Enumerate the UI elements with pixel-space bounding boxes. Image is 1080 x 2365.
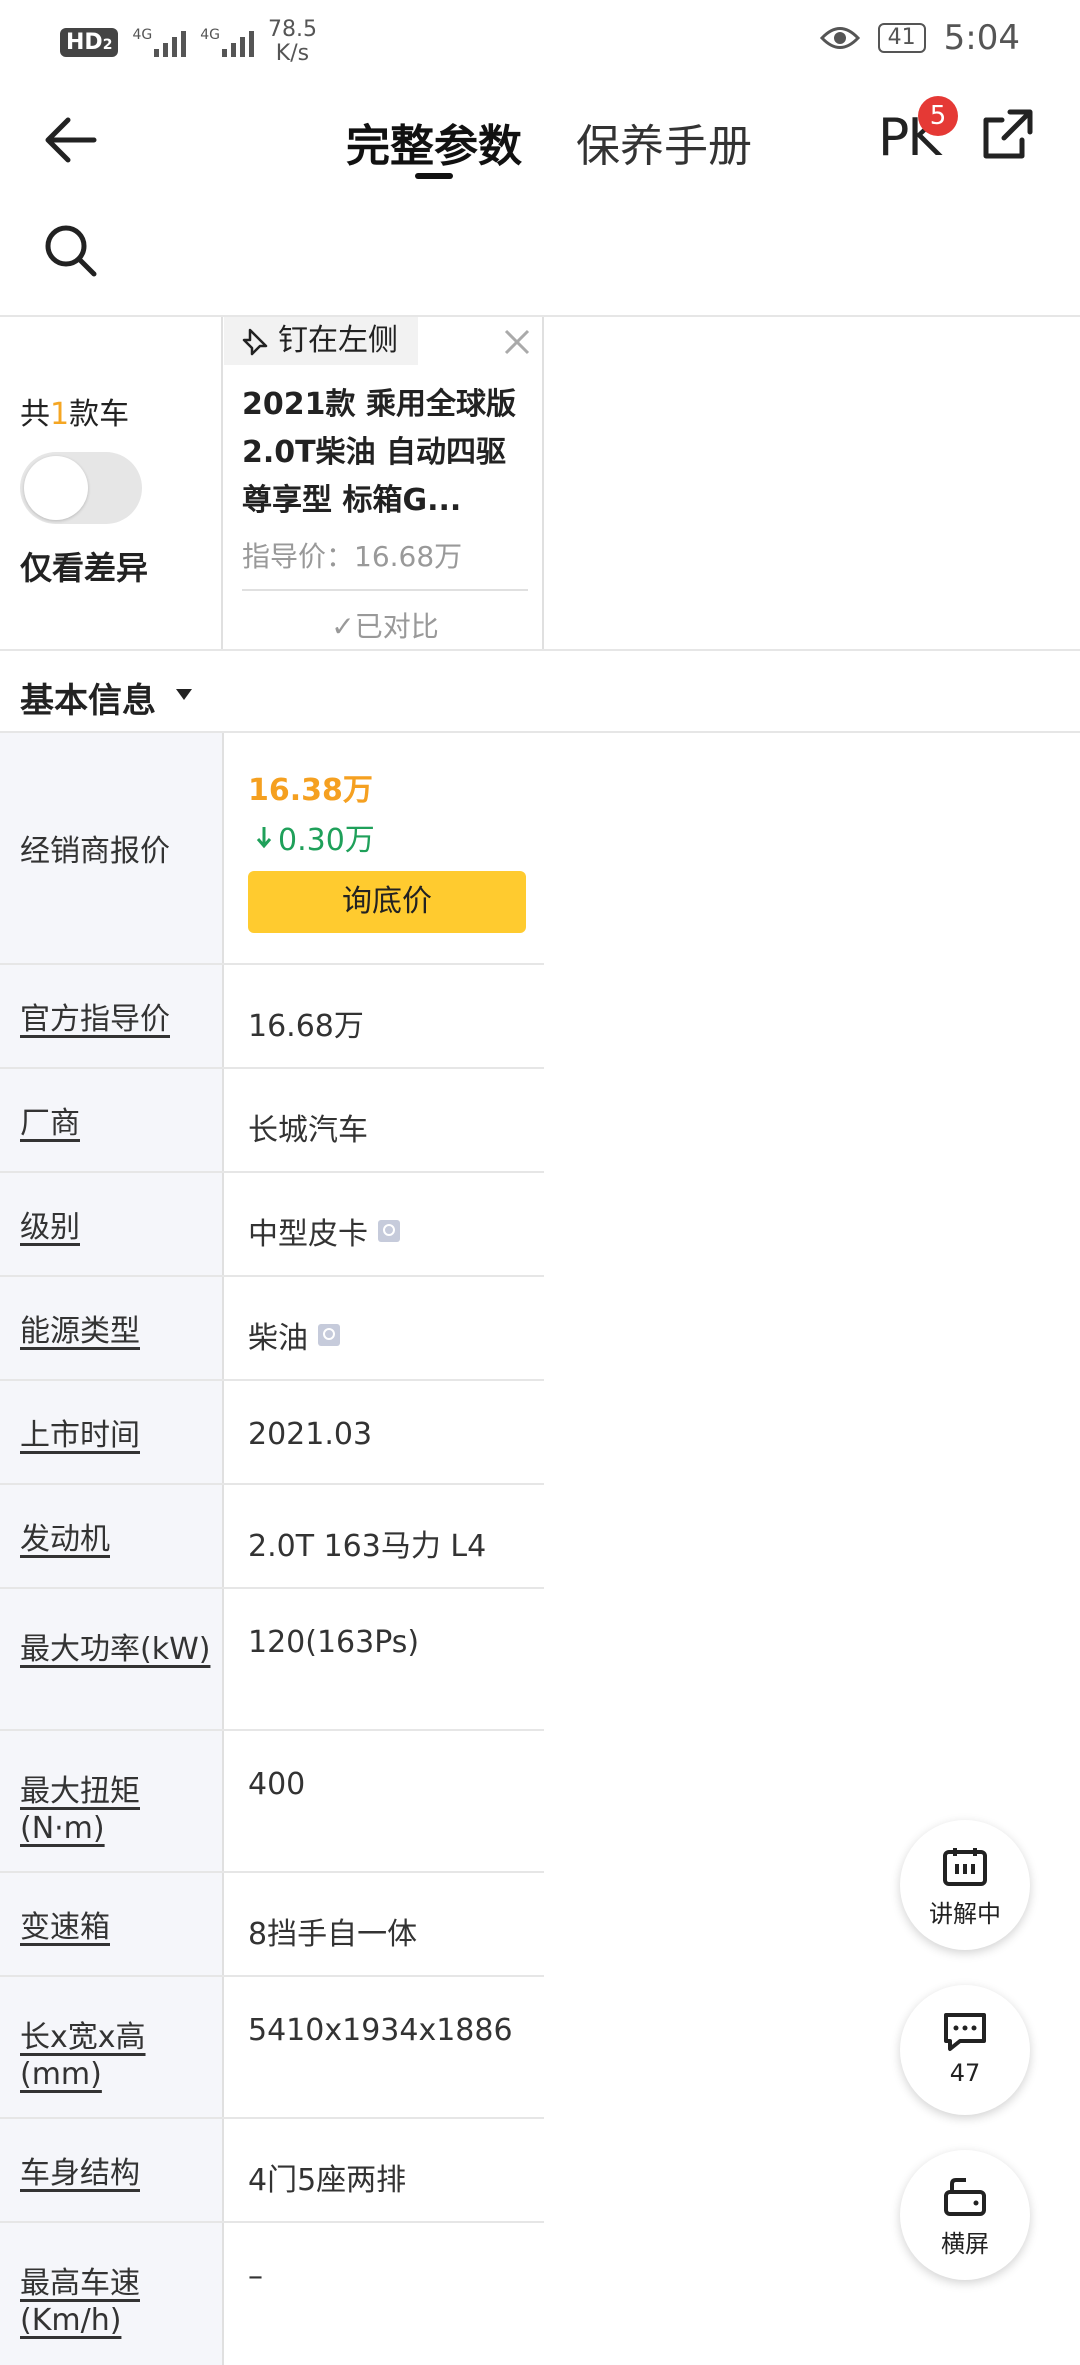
network-speed: 78.5 K/s [267, 17, 317, 66]
row-value: 5410x1934x1886 [248, 2013, 513, 2048]
guide-price: 指导价：16.68万 [242, 540, 463, 573]
table-row[interactable]: 上市时间 2021.03 [0, 1381, 544, 1485]
row-value: 16.68万 [248, 1009, 364, 1044]
only-diff-toggle[interactable] [20, 452, 142, 524]
row-label[interactable]: 官方指导价 [0, 965, 224, 1067]
status-bar: HD2 4G 4G 78.5 K/s 41 5:04 [0, 0, 1080, 80]
row-value-with-info: 柴油 [248, 1313, 340, 1357]
car-model-name[interactable]: 2021款 乘用全球版 2.0T柴油 自动四驱尊享型 标箱G... [242, 381, 532, 525]
row-label[interactable]: 最大功率(kW) [0, 1589, 224, 1729]
close-icon[interactable] [502, 327, 532, 357]
caret-down-icon [176, 689, 192, 700]
toggle-knob [24, 456, 88, 520]
row-label[interactable]: 上市时间 [0, 1381, 224, 1483]
section-title: 基本信息 [20, 681, 156, 721]
table-row[interactable]: 长x宽x高(mm) 5410x1934x1886 [0, 1977, 544, 2119]
car-column: 钉在左侧 2021款 乘用全球版 2.0T柴油 自动四驱尊享型 标箱G... 指… [224, 317, 544, 649]
table-row[interactable]: 最大扭矩(N·m) 400 [0, 1731, 544, 1873]
pin-label: 钉在左侧 [278, 323, 398, 358]
row-label[interactable]: 车身结构 [0, 2119, 224, 2221]
search-icon[interactable] [40, 220, 100, 280]
row-label[interactable]: 级别 [0, 1173, 224, 1275]
row-value: 8挡手自一体 [248, 1917, 418, 1952]
compare-controls: 共1款车 仅看差异 [0, 317, 223, 649]
signal-bars-icon [221, 27, 254, 57]
only-diff-label: 仅看差异 [20, 549, 149, 587]
row-label[interactable]: 发动机 [0, 1485, 224, 1587]
share-icon[interactable] [980, 106, 1036, 162]
table-row[interactable]: 官方指导价 16.68万 [0, 965, 544, 1069]
comment-icon [944, 2013, 986, 2051]
row-value: 2.0T 163马力 L4 [248, 1529, 487, 1564]
table-row[interactable]: 车身结构 4门5座两排 [0, 2119, 544, 2223]
row-label[interactable]: 能源类型 [0, 1277, 224, 1379]
dealer-price: 16.38万 [248, 773, 373, 808]
row-label[interactable]: 最高车速(Km/h) [0, 2223, 224, 2365]
ask-lowest-price-button[interactable]: 询底价 [248, 871, 526, 933]
table-row[interactable]: 级别 中型皮卡 [0, 1173, 544, 1277]
row-value-with-info: 中型皮卡 [248, 1209, 400, 1253]
spec-table: 经销商报价 16.38万 0.30万 询底价 官方指导价 16.68万 厂商 长… [0, 733, 544, 2365]
landscape-label: 横屏 [941, 2230, 989, 2258]
table-row[interactable]: 能源类型 柴油 [0, 1277, 544, 1381]
row-value: 柴油 [248, 1321, 308, 1356]
check-icon: ✓ [331, 610, 355, 643]
explain-button[interactable]: 讲解中 [900, 1820, 1030, 1950]
row-value: 400 [248, 1767, 306, 1802]
row-label[interactable]: 最大扭矩(N·m) [0, 1731, 224, 1871]
row-value: 2021.03 [248, 1417, 373, 1452]
table-row[interactable]: 变速箱 8挡手自一体 [0, 1873, 544, 1977]
table-row[interactable]: 厂商 长城汽车 [0, 1069, 544, 1173]
info-icon[interactable] [318, 1324, 340, 1346]
compared-label: 已对比 [354, 610, 439, 643]
section-basic-info[interactable]: 基本信息 [0, 651, 1080, 733]
price-drop: 0.30万 [256, 815, 375, 859]
pin-icon [242, 328, 268, 356]
info-icon[interactable] [378, 1220, 400, 1242]
table-row[interactable]: 最高车速(Km/h) – [0, 2223, 544, 2365]
pk-count-badge: 5 [918, 96, 958, 136]
comments-count: 47 [949, 2059, 981, 2087]
hd-badge: HD2 [60, 27, 119, 57]
rotate-screen-icon [944, 2178, 986, 2216]
compared-status[interactable]: ✓已对比 [242, 589, 528, 645]
row-value: 4门5座两排 [248, 2163, 407, 2198]
calendar-icon [943, 1848, 987, 1886]
car-header: 共1款车 仅看差异 钉在左侧 2021款 乘用全球版 2.0T柴油 自动四驱尊享… [0, 315, 1080, 651]
car-count: 共1款车 [20, 397, 130, 432]
eye-icon [819, 27, 860, 49]
row-value: 120(163Ps) [248, 1625, 420, 1660]
signal-2: 4G [200, 27, 254, 57]
price-drop-value: 0.30万 [278, 823, 375, 858]
row-label[interactable]: 厂商 [0, 1069, 224, 1171]
dealer-price-row: 经销商报价 16.38万 0.30万 询底价 [0, 733, 544, 965]
row-value: 中型皮卡 [248, 1217, 368, 1252]
signal-bars-icon [154, 27, 187, 57]
comments-button[interactable]: 47 [900, 1985, 1030, 2115]
table-row[interactable]: 最大功率(kW) 120(163Ps) [0, 1589, 544, 1731]
active-tab-indicator [415, 173, 453, 179]
battery-indicator: 41 [877, 23, 926, 53]
row-label: 经销商报价 [0, 733, 224, 963]
explain-label: 讲解中 [929, 1900, 1001, 1928]
tab-maintenance-manual[interactable]: 保养手册 [576, 110, 752, 174]
pin-left-button[interactable]: 钉在左侧 [224, 317, 418, 365]
row-value: – [248, 2259, 263, 2294]
landscape-button[interactable]: 横屏 [900, 2150, 1030, 2280]
table-row[interactable]: 发动机 2.0T 163马力 L4 [0, 1485, 544, 1589]
arrow-down-icon [256, 827, 272, 849]
top-nav: 完整参数 保养手册 PK 5 [0, 80, 1080, 200]
row-label[interactable]: 长x宽x高(mm) [0, 1977, 224, 2117]
signal-1: 4G [132, 27, 187, 57]
row-label[interactable]: 变速箱 [0, 1873, 224, 1975]
back-arrow-icon[interactable] [40, 110, 100, 170]
time: 5:04 [943, 18, 1020, 58]
tab-full-params[interactable]: 完整参数 [346, 110, 522, 174]
row-value: 长城汽车 [248, 1113, 368, 1148]
